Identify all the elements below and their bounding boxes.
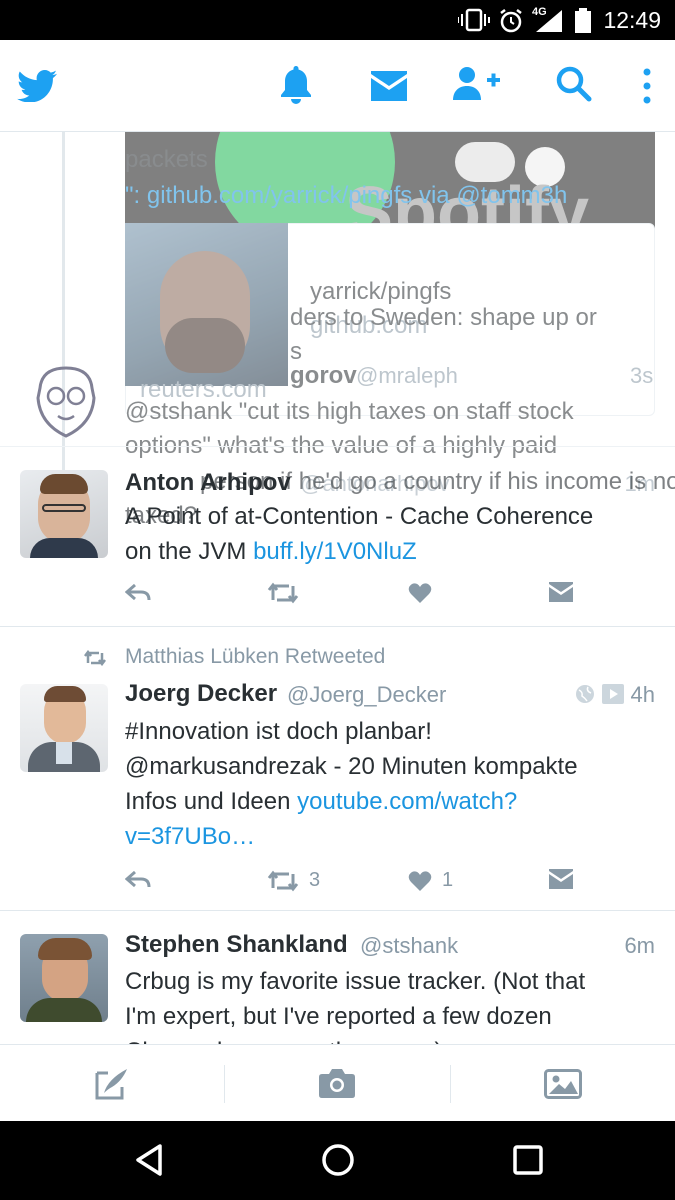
ghost-line-github: ": github.com/yarrick/pingfs via @tomm3h xyxy=(125,182,568,209)
ghost-line-sweden: ders to Sweden: shape up or xyxy=(290,304,597,331)
overflow-menu-icon[interactable] xyxy=(641,68,653,104)
ghost-line-person: person if he'd go a country if his incom… xyxy=(200,468,675,495)
tweet-link[interactable]: buff.ly/1V0NluZ xyxy=(253,538,417,565)
reply-icon[interactable] xyxy=(125,582,151,604)
notifications-bell-icon[interactable] xyxy=(280,66,312,104)
tweet-text: #Innovation ist doch planbar! @markusand… xyxy=(125,714,645,854)
twitter-logo-icon[interactable] xyxy=(17,70,57,102)
ghost-handle-mraleph: @mraleph xyxy=(356,363,458,388)
ghost-line-stshank: @stshank "cut its high taxes on staff st… xyxy=(125,398,574,425)
direct-message-icon[interactable] xyxy=(549,582,573,602)
ghost-name-gorov: gorov xyxy=(290,362,357,389)
camera-icon[interactable] xyxy=(318,1067,356,1099)
recents-icon[interactable] xyxy=(513,1145,543,1175)
video-icon xyxy=(602,684,624,704)
retweet-action[interactable]: 3 xyxy=(267,869,320,892)
tweet-author-handle[interactable]: @stshank xyxy=(360,933,458,959)
home-icon[interactable] xyxy=(321,1143,355,1177)
globe-icon xyxy=(576,685,594,703)
app-header xyxy=(0,40,675,132)
avatar[interactable] xyxy=(20,470,108,558)
ghost-avatar-mraleph xyxy=(34,364,98,444)
like-count: 1 xyxy=(442,869,454,891)
retweet-count: 3 xyxy=(309,869,321,891)
retweeted-indicator-icon xyxy=(84,650,106,666)
tweet-link[interactable]: youtube.com/watch? xyxy=(297,788,517,815)
back-icon[interactable] xyxy=(134,1143,164,1177)
tweet-link-cont[interactable]: v=3f7UBo… xyxy=(125,819,645,854)
bottom-tab-bar xyxy=(0,1044,675,1121)
vibrate-icon xyxy=(458,8,490,32)
reply-icon[interactable] xyxy=(125,869,151,891)
avatar[interactable] xyxy=(20,684,108,772)
tweet-author-handle[interactable]: @Joerg_Decker xyxy=(287,682,446,708)
direct-message-icon[interactable] xyxy=(549,869,573,889)
ghost-card-title: yarrick/pingfs xyxy=(310,278,452,305)
compose-tweet-icon[interactable] xyxy=(94,1067,130,1101)
tweet-time: 6m xyxy=(624,933,655,958)
timeline[interactable]: Spotify packets ": github.com/yarrick/pi… xyxy=(0,132,675,1044)
ghost-time-3s: 3s xyxy=(630,363,654,388)
gallery-icon[interactable] xyxy=(544,1069,582,1099)
retweeted-by-label[interactable]: Matthias Lübken Retweeted xyxy=(125,645,385,669)
messages-envelope-icon[interactable] xyxy=(371,71,407,101)
retweet-icon[interactable] xyxy=(267,582,299,604)
clock: 12:49 xyxy=(603,7,661,33)
add-user-icon[interactable] xyxy=(453,66,501,102)
ghost-line-packets: packets xyxy=(125,146,208,173)
ghost-avatar-image xyxy=(125,223,288,386)
alarm-icon xyxy=(500,9,522,33)
status-bar: 4G 12:49 xyxy=(0,0,675,40)
tweet-text: Crbug is my favorite issue tracker. (Not… xyxy=(125,968,586,1044)
battery-icon xyxy=(575,8,591,33)
like-icon[interactable] xyxy=(408,870,432,892)
search-icon[interactable] xyxy=(556,66,592,102)
tweet-actions xyxy=(125,582,645,612)
tweet-author-name[interactable]: Stephen Shankland xyxy=(125,931,348,959)
avatar[interactable] xyxy=(20,934,108,1022)
system-nav-bar xyxy=(0,1121,675,1200)
like-icon[interactable] xyxy=(408,582,432,604)
tweet-time: 4h xyxy=(630,682,655,707)
tweet-actions: 3 1 xyxy=(125,869,645,899)
tweet-author-name[interactable]: Joerg Decker xyxy=(125,680,277,708)
retweet-icon[interactable] xyxy=(267,870,299,892)
like-action[interactable]: 1 xyxy=(408,869,453,892)
signal-icon xyxy=(536,10,562,32)
tweet-text: A Point of at-Contention - Cache Coheren… xyxy=(125,503,594,565)
